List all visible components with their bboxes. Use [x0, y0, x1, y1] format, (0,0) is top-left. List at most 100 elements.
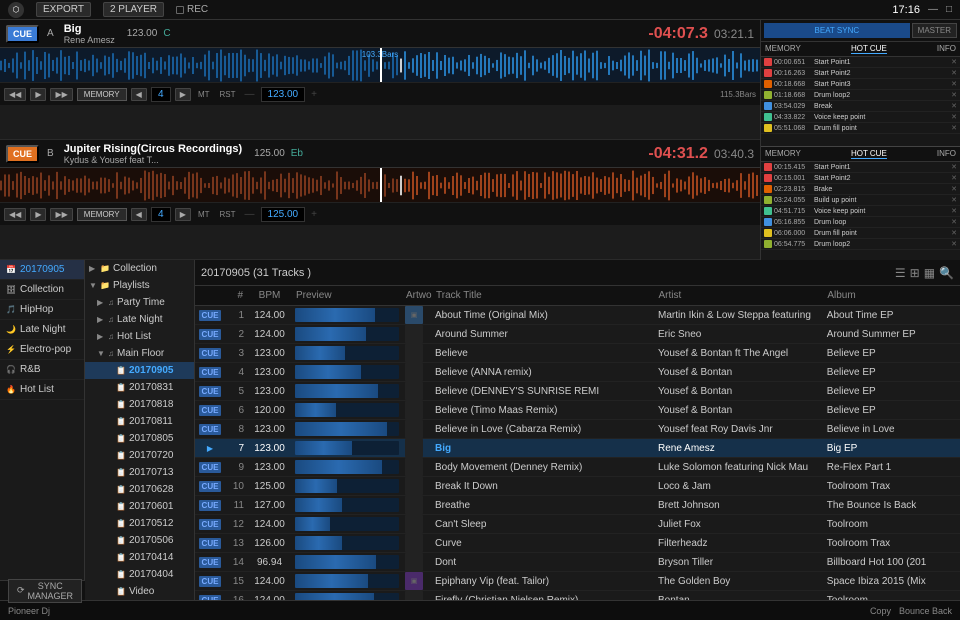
deck-b-back-btn[interactable]: ◀◀	[4, 208, 26, 221]
cue-item[interactable]: 05:16.855 Drum loop ✕	[761, 217, 960, 228]
list-view-icon[interactable]: ☰	[895, 266, 906, 280]
app-logo[interactable]: ⬡	[8, 2, 24, 18]
cue-button[interactable]: CUE	[199, 557, 222, 568]
cue-item[interactable]: 06:06.000 Drum fill point ✕	[761, 228, 960, 239]
tree-item-hot-list[interactable]: ▶ ♫ Hot List	[85, 328, 194, 345]
sidebar-item-collection[interactable]: 🗄 Collection	[0, 280, 84, 300]
hot-cue-tab-a[interactable]: HOT CUE	[851, 44, 887, 54]
deck-b-next-btn[interactable]: ▶	[175, 208, 191, 221]
tree-item-20170905[interactable]: 📋 20170905	[85, 362, 194, 379]
player-button[interactable]: 2 PLAYER	[103, 2, 164, 17]
cue-button[interactable]: CUE	[199, 405, 222, 416]
cue-item[interactable]: 03:54.029 Break ✕	[761, 101, 960, 112]
window-maximize[interactable]: □	[946, 4, 952, 15]
sidebar-item-r&b[interactable]: 🎧 R&B	[0, 360, 84, 380]
export-button[interactable]: EXPORT	[36, 2, 91, 17]
cue-item[interactable]: 00:16.263 Start Point2 ✕	[761, 68, 960, 79]
sidebar-item-20170905[interactable]: 📅 20170905	[0, 260, 84, 280]
cue-delete-icon[interactable]: ✕	[951, 229, 957, 237]
cue-delete-icon[interactable]: ✕	[951, 174, 957, 182]
deck-b-memory-btn[interactable]: MEMORY	[77, 208, 127, 221]
track-table-body[interactable]: CUE 1 124.00 ▣ About Time (Original Mix)…	[195, 306, 960, 600]
cue-delete-icon[interactable]: ✕	[951, 58, 957, 66]
cue-item[interactable]: 01:18.668 Drum loop2 ✕	[761, 90, 960, 101]
sidebar-item-late-night[interactable]: 🌙 Late Night	[0, 320, 84, 340]
table-row[interactable]: CUE 2 124.00 Around Summer Eric Sneo Aro…	[195, 325, 960, 344]
table-row[interactable]: CUE 13 126.00 Curve Filterheadz Toolroom…	[195, 534, 960, 553]
sync-manager-button[interactable]: ⟳ SYNC MANAGER	[8, 579, 82, 601]
deck-a-next-btn[interactable]: ▶	[175, 88, 191, 101]
deck-a-cue-button[interactable]: CUE	[6, 25, 39, 43]
cue-delete-icon[interactable]: ✕	[951, 113, 957, 121]
cue-item[interactable]: 00:15.001 Start Point2 ✕	[761, 173, 960, 184]
cue-delete-icon[interactable]: ✕	[951, 163, 957, 171]
sidebar-item-electro-pop[interactable]: ⚡ Electro-pop	[0, 340, 84, 360]
memory-tab-b[interactable]: MEMORY	[765, 149, 801, 159]
deck-a-play-btn[interactable]: ▶	[30, 88, 46, 101]
tree-item-20170404[interactable]: 📋 20170404	[85, 566, 194, 583]
cue-delete-icon[interactable]: ✕	[951, 102, 957, 110]
cue-delete-icon[interactable]: ✕	[951, 218, 957, 226]
info-tab-a[interactable]: INFO	[937, 44, 956, 54]
cue-item[interactable]: 04:33.822 Voice keep point ✕	[761, 112, 960, 123]
tree-item-video[interactable]: 📋 Video	[85, 583, 194, 600]
cue-button[interactable]: CUE	[199, 386, 222, 397]
cue-delete-icon[interactable]: ✕	[951, 207, 957, 215]
grid-view-icon[interactable]: ⊞	[910, 266, 920, 280]
deck-a-memory-btn[interactable]: MEMORY	[77, 88, 127, 101]
table-row[interactable]: CUE 15 124.00 ▣ Epiphany Vip (feat. Tail…	[195, 572, 960, 591]
table-row[interactable]: CUE 12 124.00 Can't Sleep Juliet Fox Too…	[195, 515, 960, 534]
table-row[interactable]: CUE 16 124.00 Firefly (Christian Nielsen…	[195, 591, 960, 600]
cue-button[interactable]: CUE	[199, 500, 222, 511]
deck-a-fwd-btn[interactable]: ▶▶	[50, 88, 72, 101]
deck-b-play-btn[interactable]: ▶	[30, 208, 46, 221]
hot-cue-tab-b[interactable]: HOT CUE	[851, 149, 887, 159]
artwork-view-icon[interactable]: ▦	[924, 266, 935, 280]
cue-button[interactable]: CUE	[199, 329, 222, 340]
cue-item[interactable]: 06:54.775 Drum loop2 ✕	[761, 239, 960, 250]
table-row[interactable]: CUE 10 125.00 Break It Down Loco & Jam T…	[195, 477, 960, 496]
tree-item-main-floor[interactable]: ▼ ♫ Main Floor	[85, 345, 194, 362]
table-row[interactable]: ▶ 7 123.00 Big Rene Amesz Big EP	[195, 439, 960, 458]
table-row[interactable]: CUE 1 124.00 ▣ About Time (Original Mix)…	[195, 306, 960, 325]
rec-button[interactable]: REC	[176, 4, 208, 15]
cue-button[interactable]: CUE	[199, 310, 222, 321]
deck-a-back-btn[interactable]: ◀◀	[4, 88, 26, 101]
table-row[interactable]: CUE 14 96.94 Dont Bryson Tiller Billboar…	[195, 553, 960, 572]
tree-item-20170601[interactable]: 📋 20170601	[85, 498, 194, 515]
cue-item[interactable]: 03:24.055 Build up point ✕	[761, 195, 960, 206]
deck-b-fwd-btn[interactable]: ▶▶	[50, 208, 72, 221]
tree-item-20170713[interactable]: 📋 20170713	[85, 464, 194, 481]
deck-a-prev-btn[interactable]: ◀	[131, 88, 147, 101]
deck-b-prev-btn[interactable]: ◀	[131, 208, 147, 221]
deck-b-cue-button[interactable]: CUE	[6, 145, 39, 163]
tree-item-playlists[interactable]: ▼ 📁 Playlists	[85, 277, 194, 294]
table-row[interactable]: CUE 11 127.00 Breathe Brett Johnson The …	[195, 496, 960, 515]
cue-item[interactable]: 00:18.668 Start Point3 ✕	[761, 79, 960, 90]
tree-item-collection[interactable]: ▶ 📁 Collection	[85, 260, 194, 277]
tree-item-20170512[interactable]: 📋 20170512	[85, 515, 194, 532]
cue-item[interactable]: 00:00.651 Start Point1 ✕	[761, 57, 960, 68]
table-row[interactable]: CUE 4 123.00 Believe (ANNA remix) Yousef…	[195, 363, 960, 382]
cue-delete-icon[interactable]: ✕	[951, 185, 957, 193]
cue-delete-icon[interactable]: ✕	[951, 240, 957, 248]
tree-item-20170818[interactable]: 📋 20170818	[85, 396, 194, 413]
master-button[interactable]: MASTER	[912, 23, 957, 38]
cue-button[interactable]: CUE	[199, 462, 222, 473]
cue-item[interactable]: 05:51.068 Drum fill point ✕	[761, 123, 960, 134]
tree-item-20170628[interactable]: 📋 20170628	[85, 481, 194, 498]
cue-button[interactable]: CUE	[199, 367, 222, 378]
cue-item[interactable]: 02:23.815 Brake ✕	[761, 184, 960, 195]
cue-item[interactable]: 00:15.415 Start Point1 ✕	[761, 162, 960, 173]
cue-delete-icon[interactable]: ✕	[951, 124, 957, 132]
cue-button[interactable]: CUE	[199, 481, 222, 492]
tree-item-late-night[interactable]: ▶ ♫ Late Night	[85, 311, 194, 328]
tree-item-20170831[interactable]: 📋 20170831	[85, 379, 194, 396]
tree-item-20170811[interactable]: 📋 20170811	[85, 413, 194, 430]
table-row[interactable]: CUE 5 123.00 Believe (DENNEY'S SUNRISE R…	[195, 382, 960, 401]
cue-item[interactable]: 04:51.715 Voice keep point ✕	[761, 206, 960, 217]
table-row[interactable]: CUE 8 123.00 Believe in Love (Cabarza Re…	[195, 420, 960, 439]
cue-delete-icon[interactable]: ✕	[951, 196, 957, 204]
cue-delete-icon[interactable]: ✕	[951, 69, 957, 77]
cue-button[interactable]: CUE	[199, 519, 222, 530]
